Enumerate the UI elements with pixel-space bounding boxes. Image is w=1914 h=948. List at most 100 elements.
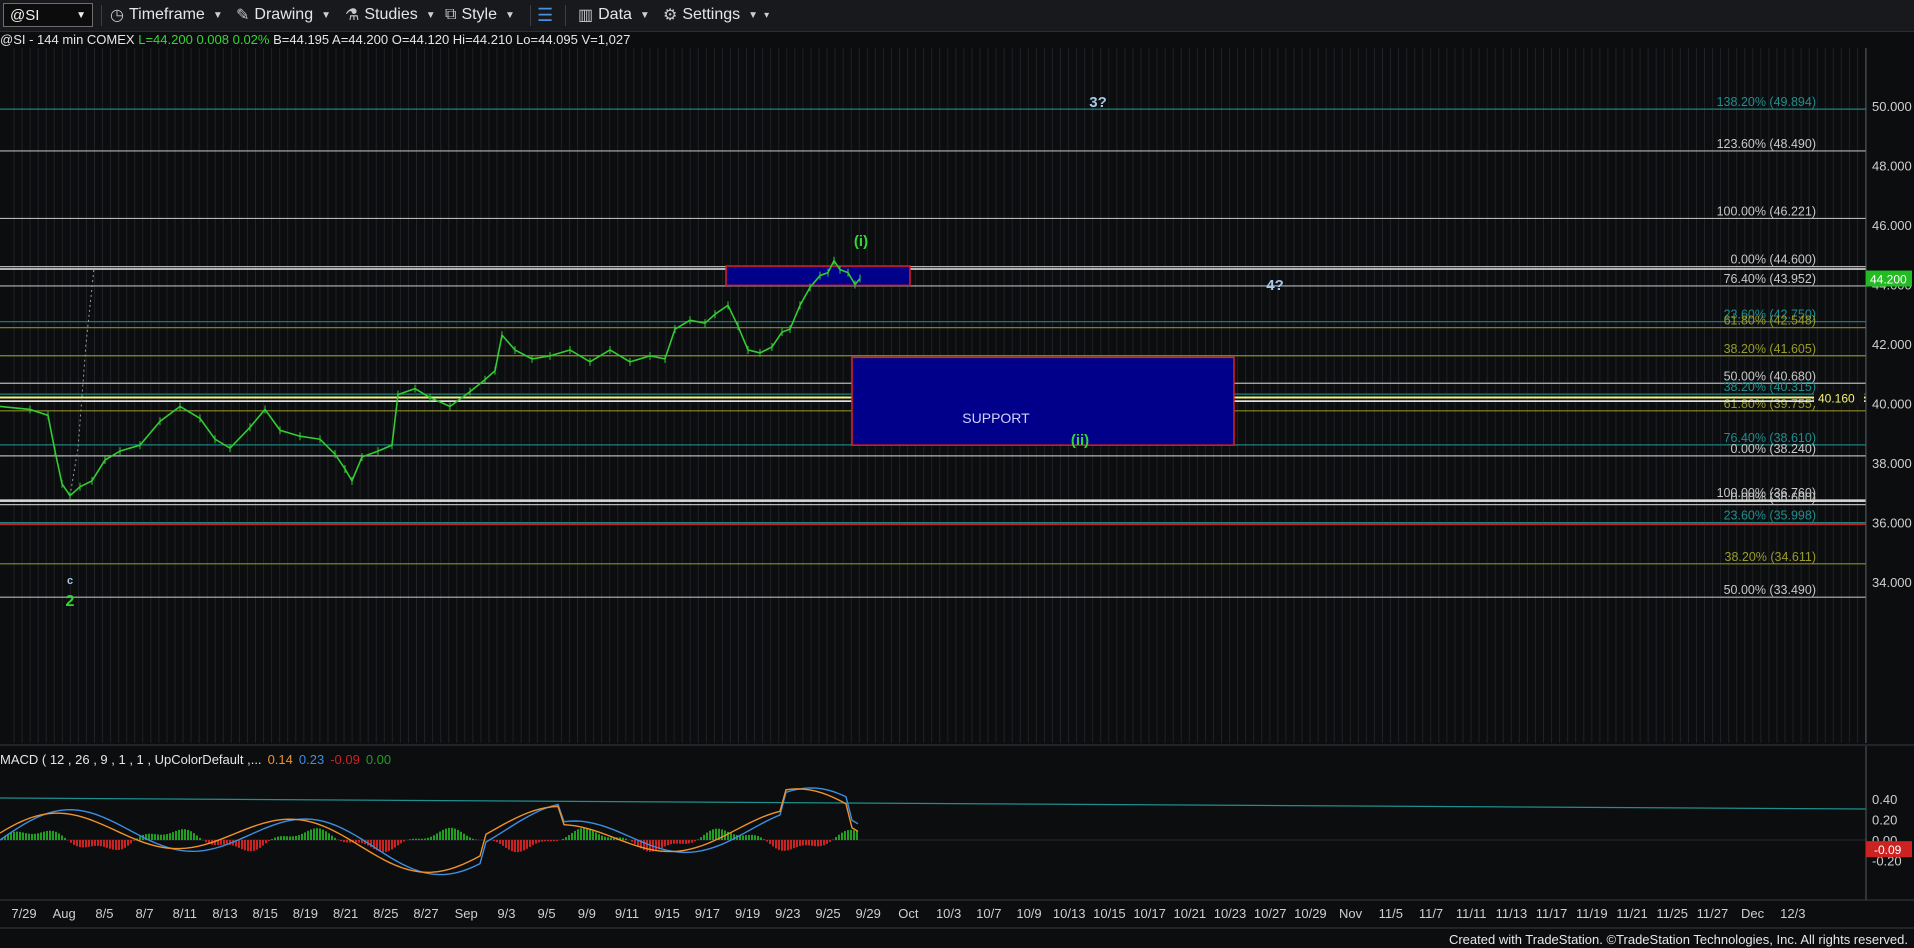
fib-level-label: 61.80% (42.548) xyxy=(1724,314,1816,328)
date-axis-tick: 10/13 xyxy=(1053,906,1086,921)
footer-credit: Created with TradeStation. ©TradeStation… xyxy=(1448,932,1908,947)
quote-low: Lo=44.095 xyxy=(516,32,578,47)
price-axis-tick: 48.000 xyxy=(1872,159,1912,174)
quote-pct: 0.02% xyxy=(232,32,270,47)
resistance-box xyxy=(725,265,911,287)
date-axis-tick: 10/27 xyxy=(1254,906,1287,921)
level-value: 40.160 xyxy=(1818,392,1855,406)
date-axis-tick: 9/29 xyxy=(856,906,881,921)
date-axis-tick: 8/25 xyxy=(373,906,398,921)
macd-title: MACD ( 12 , 26 , 9 , 1 , 1 , UpColorDefa… xyxy=(0,752,391,767)
settings-button[interactable]: ⚙ Settings ▼ ▾ xyxy=(663,4,769,26)
quote-change: 0.008 xyxy=(196,32,229,47)
quote-line: @SI - 144 min COMEX L=44.200 0.008 0.02%… xyxy=(0,32,631,47)
date-axis-tick: 11/13 xyxy=(1496,906,1528,921)
fib-level-label: 50.00% (33.490) xyxy=(1724,583,1816,597)
price-axis-tick: 38.000 xyxy=(1872,456,1912,471)
price-series xyxy=(0,259,861,497)
date-axis-tick: 11/11 xyxy=(1456,906,1487,921)
style-icon: ⧉ xyxy=(445,6,457,23)
overflow-icon[interactable]: ▾ xyxy=(764,10,769,21)
date-axis-tick: 11/17 xyxy=(1536,906,1568,921)
date-axis-tick: 9/23 xyxy=(775,906,800,921)
date-axis-tick: Nov xyxy=(1339,906,1363,921)
data-button[interactable]: ▥ Data ▼ xyxy=(578,4,650,26)
quote-symbol: @SI xyxy=(0,32,26,47)
gear-icon: ⚙ xyxy=(663,7,678,24)
style-label: Style xyxy=(461,6,498,23)
date-axis-tick: 9/9 xyxy=(578,906,596,921)
price-chart[interactable]: 138.20% (49.894) 123.60% (48.490) 100.00% … xyxy=(0,48,1914,748)
date-axis-tick: 7/29 xyxy=(11,906,36,921)
fib-level-label: 38.20% (34.611) xyxy=(1725,550,1817,564)
date-axis-tick: 10/15 xyxy=(1093,906,1126,921)
macd-last-value: -0.09 xyxy=(1874,843,1902,857)
data-label: Data xyxy=(598,6,632,23)
date-axis-tick: 10/23 xyxy=(1214,906,1247,921)
date-axis-tick: 8/13 xyxy=(212,906,237,921)
date-axis-tick: 9/25 xyxy=(815,906,840,921)
quote-open: O=44.120 xyxy=(391,32,450,47)
date-axis-tick: Sep xyxy=(455,906,478,921)
symbol-input[interactable]: @SI ▼ xyxy=(3,3,93,27)
date-axis-tick: 10/21 xyxy=(1174,906,1207,921)
macd-trend-line xyxy=(0,797,1867,810)
date-axis-tick: Oct xyxy=(898,906,919,921)
quote-volume: V=1,027 xyxy=(581,32,631,47)
date-axis-tick: 8/27 xyxy=(413,906,438,921)
toolbar-divider xyxy=(530,5,531,26)
support-box xyxy=(851,356,1235,446)
date-axis-tick: 11/21 xyxy=(1616,906,1648,921)
price-axis-tick: 34.000 xyxy=(1872,575,1912,590)
wave-label: (ii) xyxy=(1071,432,1089,449)
style-button[interactable]: ⧉ Style ▼ xyxy=(445,4,515,26)
studies-label: Studies xyxy=(364,6,418,23)
date-axis-tick: 11/27 xyxy=(1697,906,1729,921)
date-axis-tick: 9/19 xyxy=(735,906,760,921)
date-axis-tick: 8/19 xyxy=(293,906,318,921)
chevron-down-icon: ▼ xyxy=(748,9,759,21)
macd-signal-line xyxy=(0,788,859,874)
fib-level-label: 123.60% (48.490) xyxy=(1717,137,1816,151)
date-axis-tick: 10/3 xyxy=(936,906,961,921)
date-axis-tick: 10/7 xyxy=(976,906,1001,921)
timeframe-button[interactable]: ◷ Timeframe ▼ xyxy=(110,4,223,26)
chevron-down-icon: ▼ xyxy=(639,9,650,21)
macd-value: 0.14 xyxy=(268,752,293,767)
date-axis-tick: 8/15 xyxy=(253,906,278,921)
quote-interval: 144 min xyxy=(37,32,84,47)
fib-level-label: 76.40% (43.952) xyxy=(1724,272,1816,286)
symbol-dropdown-icon[interactable]: ▼ xyxy=(76,10,86,21)
date-axis-tick: 8/5 xyxy=(95,906,113,921)
layout-button[interactable]: ☰ xyxy=(537,4,558,26)
pencil-icon: ✎ xyxy=(236,7,250,24)
quote-high: Hi=44.210 xyxy=(452,32,513,47)
settings-label: Settings xyxy=(682,6,741,23)
flask-icon: ⚗ xyxy=(345,7,360,24)
macd-last-tag xyxy=(1866,841,1912,858)
date-axis-tick: 9/17 xyxy=(695,906,720,921)
fib-level-label: 61.80% (39.755) xyxy=(1724,397,1816,411)
fib-level-label: 0.00% (44.600) xyxy=(1731,253,1816,267)
price-axis-tick: 40.000 xyxy=(1872,397,1912,412)
macd-axis-tick: 0.20 xyxy=(1872,813,1897,828)
date-axis-tick: 11/25 xyxy=(1656,906,1688,921)
quote-bid: B=44.195 xyxy=(273,32,330,47)
date-axis-tick: 8/21 xyxy=(333,906,358,921)
price-axis-tick: 50.000 xyxy=(1872,99,1912,114)
last-price-value: 44.200 xyxy=(1870,273,1907,287)
chevron-down-icon: ▼ xyxy=(212,9,223,21)
macd-zero-value: 0.00 xyxy=(366,752,391,767)
macd-axis-tick: -0.20 xyxy=(1872,853,1902,868)
date-axis-tick: 9/11 xyxy=(615,906,639,921)
date-axis-tick: 12/3 xyxy=(1780,906,1805,921)
drawing-button[interactable]: ✎ Drawing ▼ xyxy=(236,4,331,26)
chart-toolbar: @SI ▼ ◷ Timeframe ▼ ✎ Drawing ▼ ⚗ Studie… xyxy=(0,0,1914,32)
date-axis-tick: 10/29 xyxy=(1294,906,1327,921)
toolbar-divider xyxy=(101,5,102,26)
studies-button[interactable]: ⚗ Studies ▼ xyxy=(345,4,436,26)
price-axis-tick: 42.000 xyxy=(1872,337,1912,352)
bar-chart-icon: ▥ xyxy=(578,7,594,24)
macd-axis-tick: 0.40 xyxy=(1872,792,1897,807)
timeframe-label: Timeframe xyxy=(128,6,205,23)
